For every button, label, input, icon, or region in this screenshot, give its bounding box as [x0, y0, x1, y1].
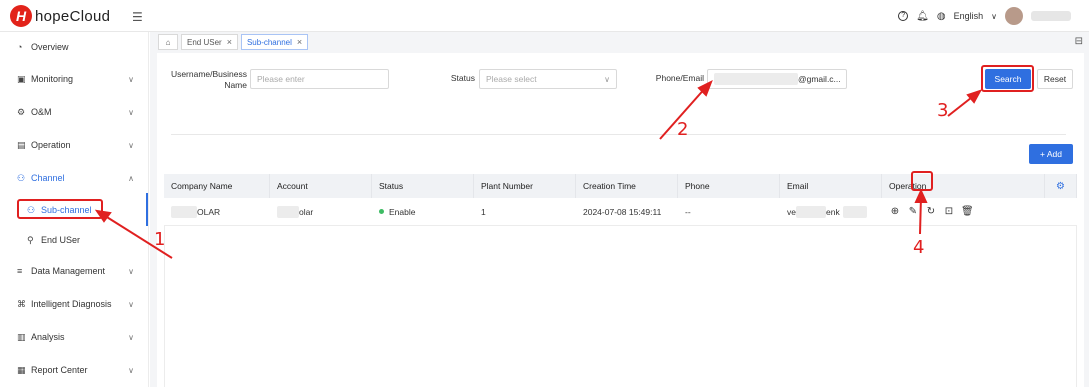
app-root: H hopeCloud ☰ ? 🔔︎ ◍ English ∨ ◔ Overvie… [0, 0, 1089, 387]
annotation-number-2: 2 [677, 119, 689, 140]
annotation-number-3: 3 [937, 100, 949, 121]
arrow-3-head [966, 89, 983, 104]
arrow-1-head [94, 209, 112, 223]
arrow-4-head [914, 188, 928, 203]
annotation-number-4: 4 [913, 237, 925, 258]
annotation-arrows [94, 79, 983, 259]
annotation-number-1: 1 [154, 229, 166, 250]
